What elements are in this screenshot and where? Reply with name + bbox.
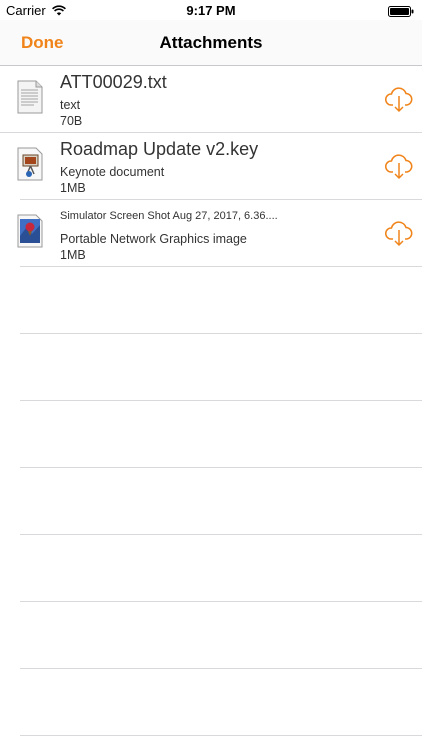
attachment-size: 1MB bbox=[60, 248, 86, 262]
png-image-icon bbox=[17, 214, 43, 248]
battery-icon bbox=[388, 6, 414, 17]
cloud-download-icon[interactable] bbox=[384, 151, 414, 181]
attachment-row[interactable]: Simulator Screen Shot Aug 27, 2017, 6.36… bbox=[17, 200, 422, 267]
attachment-row[interactable]: ATT00029.txt text 70B bbox=[0, 66, 422, 133]
empty-row bbox=[20, 267, 422, 334]
cloud-download-icon[interactable] bbox=[384, 218, 414, 248]
attachment-name: ATT00029.txt bbox=[60, 72, 167, 92]
navigation-bar: Done Attachments bbox=[0, 20, 422, 66]
attachment-size: 1MB bbox=[60, 181, 86, 195]
empty-row bbox=[20, 401, 422, 468]
attachment-name: Simulator Screen Shot Aug 27, 2017, 6.36… bbox=[60, 210, 278, 222]
cloud-download-icon[interactable] bbox=[384, 84, 414, 114]
status-bar: Carrier 9:17 PM bbox=[0, 0, 422, 22]
attachment-name: Roadmap Update v2.key bbox=[60, 139, 259, 159]
attachment-row[interactable]: Roadmap Update v2.key Keynote document 1… bbox=[17, 133, 422, 200]
attachments-list: ATT00029.txt text 70B Roadmap Update v2.… bbox=[0, 66, 422, 736]
attachment-type: text bbox=[60, 98, 81, 112]
page-title: Attachments bbox=[159, 33, 263, 52]
empty-row bbox=[20, 334, 422, 401]
empty-row bbox=[20, 602, 422, 669]
empty-row bbox=[20, 535, 422, 602]
attachment-size: 70B bbox=[60, 114, 83, 128]
attachment-type: Keynote document bbox=[60, 165, 165, 179]
text-file-icon bbox=[17, 80, 43, 114]
empty-row bbox=[20, 669, 422, 736]
attachment-type: Portable Network Graphics image bbox=[60, 232, 247, 246]
keynote-file-icon bbox=[17, 147, 43, 181]
empty-row bbox=[20, 468, 422, 535]
status-time: 9:17 PM bbox=[186, 3, 236, 18]
